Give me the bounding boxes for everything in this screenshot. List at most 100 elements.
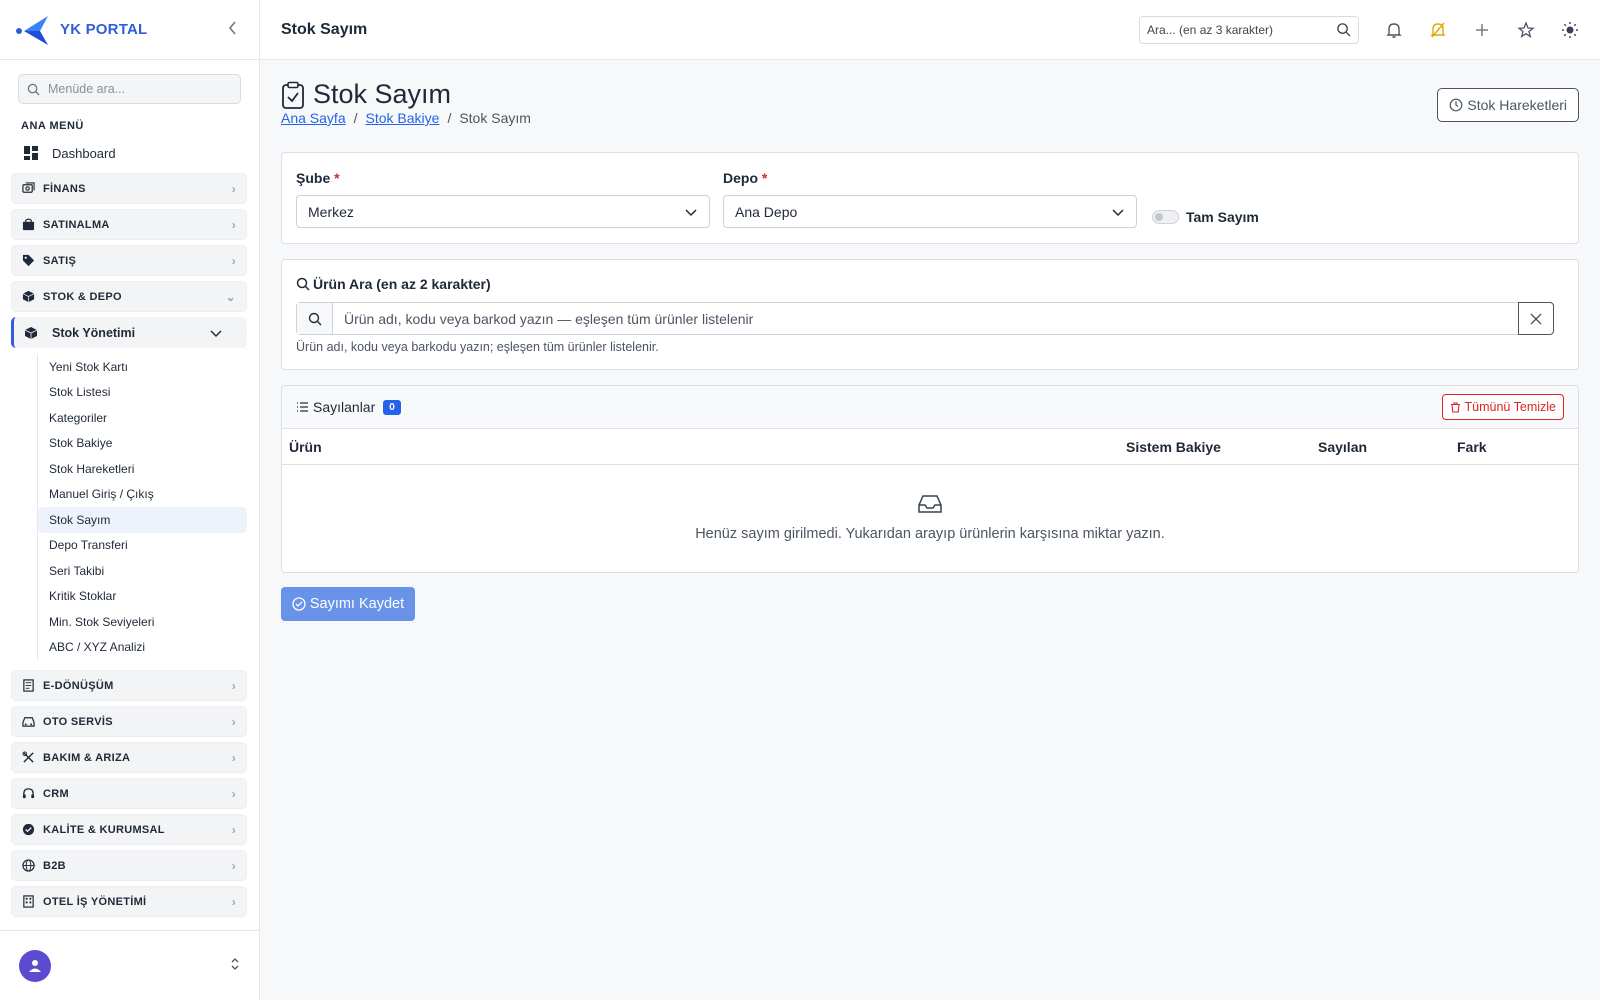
filters-card: Şube * Merkez Depo * Ana Depo Tam Sayım xyxy=(281,152,1579,244)
star-icon[interactable] xyxy=(1517,20,1535,39)
global-search[interactable] xyxy=(1139,15,1359,44)
sidebar-item-dashboard[interactable]: Dashboard xyxy=(24,138,259,168)
box-icon xyxy=(24,326,38,339)
sidebar-item-min-stok-seviyeleri[interactable]: Min. Stok Seviyeleri xyxy=(38,609,247,635)
column-header-product: Ürün xyxy=(289,439,322,455)
menu-search[interactable] xyxy=(18,74,241,104)
sidebar-group-label: KALİTE & KURUMSAL xyxy=(43,823,165,836)
product-search-help: Ürün adı, kodu veya barkodu yazın; eşleş… xyxy=(296,340,659,354)
breadcrumb-link-stock-balance[interactable]: Stok Bakiye xyxy=(366,110,440,126)
page-title-text: Stok Sayım xyxy=(313,79,452,109)
branch-label: Şube * xyxy=(296,170,340,186)
sidebar-subgroup-stok-yonetimi[interactable]: Stok Yönetimi xyxy=(11,317,247,348)
sidebar-group-kalite-kurumsal[interactable]: KALİTE & KURUMSAL › xyxy=(11,814,247,845)
trash-icon xyxy=(1450,401,1460,413)
search-icon xyxy=(27,83,40,96)
save-count-label: Sayımı Kaydet xyxy=(309,596,405,612)
sidebar-group-stok-depo[interactable]: STOK & DEPO ⌄ xyxy=(11,281,247,312)
sidebar-group-otel-is-yonetimi[interactable]: OTEL İŞ YÖNETİMİ › xyxy=(11,886,247,917)
shopping-bag-icon xyxy=(22,218,35,231)
stock-movements-button[interactable]: Stok Hareketleri xyxy=(1437,88,1579,122)
product-search-input[interactable] xyxy=(333,303,1518,334)
check-circle-icon xyxy=(292,597,306,611)
search-icon[interactable] xyxy=(1336,22,1351,37)
sidebar-item-depo-transferi[interactable]: Depo Transferi xyxy=(38,533,247,559)
inbox-icon xyxy=(918,495,942,513)
headset-icon xyxy=(22,787,35,800)
avatar[interactable] xyxy=(19,949,51,982)
chevron-right-icon: › xyxy=(231,750,236,765)
sidebar-group-label: E-DÖNÜŞÜM xyxy=(43,679,114,692)
breadcrumb-separator: / xyxy=(353,110,358,126)
save-count-button[interactable]: Sayımı Kaydet xyxy=(281,587,415,621)
sidebar-item-stok-listesi[interactable]: Stok Listesi xyxy=(38,380,247,406)
sidebar-group-e-donusum[interactable]: E-DÖNÜŞÜM › xyxy=(11,670,247,701)
sidebar-item-kategoriler[interactable]: Kategoriler xyxy=(38,405,247,431)
sidebar-group-b2b[interactable]: B2B › xyxy=(11,850,247,881)
warehouse-label-text: Depo xyxy=(723,170,758,186)
global-search-input[interactable] xyxy=(1147,22,1327,37)
breadcrumb-link-home[interactable]: Ana Sayfa xyxy=(281,110,346,126)
sidebar-item-stok-bakiye[interactable]: Stok Bakiye xyxy=(38,431,247,457)
counted-items-header: Sayılanlar 0 Tümünü Temizle xyxy=(282,386,1578,429)
quality-badge-icon xyxy=(22,823,35,836)
tag-icon xyxy=(22,254,35,267)
chevron-right-icon: › xyxy=(231,858,236,873)
sidebar-collapse-button[interactable] xyxy=(223,19,243,40)
sidebar-subgroup-label: Stok Yönetimi xyxy=(52,325,136,340)
table-header-row: Ürün Sistem Bakiye Sayılan Fark xyxy=(282,429,1578,465)
chevron-right-icon: › xyxy=(231,253,236,268)
sidebar-group-satinalma[interactable]: SATINALMA › xyxy=(11,209,247,240)
main-content: Stok Sayım Ana Sayfa / Stok Bakiye / Stok Sa… xyxy=(281,60,1579,621)
sidebar-item-yeni-stok-karti[interactable]: Yeni Stok Kartı xyxy=(38,354,247,380)
product-search-label-text: Ürün Ara (en az 2 karakter) xyxy=(313,276,491,292)
globe-icon xyxy=(22,859,35,872)
user-icon xyxy=(29,959,41,972)
warehouse-select[interactable]: Ana Depo xyxy=(723,195,1137,228)
mute-bell-icon[interactable] xyxy=(1429,21,1447,39)
full-count-toggle[interactable] xyxy=(1152,210,1179,224)
sidebar-footer xyxy=(0,930,259,1000)
full-count-toggle-wrap: Tam Sayım xyxy=(1152,209,1259,225)
product-search-label: Ürün Ara (en az 2 karakter) xyxy=(296,276,491,292)
user-menu-toggle[interactable] xyxy=(230,957,240,974)
sidebar-item-abc-xyz-analizi[interactable]: ABC / XYZ Analizi xyxy=(38,635,247,661)
sidebar-item-stok-hareketleri[interactable]: Stok Hareketleri xyxy=(38,456,247,482)
stock-submenu: Yeni Stok Kartı Stok Listesi Kategoriler… xyxy=(37,354,247,660)
sidebar-item-kritik-stoklar[interactable]: Kritik Stoklar xyxy=(38,584,247,610)
required-mark: * xyxy=(334,170,340,186)
plus-icon[interactable] xyxy=(1473,21,1491,39)
branch-select[interactable]: Merkez xyxy=(296,195,710,228)
chevron-right-icon: › xyxy=(231,894,236,909)
sidebar: YK PORTAL ANA MENÜ Dashboard FİNANS › SA… xyxy=(0,0,260,1000)
chevron-right-icon: › xyxy=(231,217,236,232)
brand-logo-icon xyxy=(16,15,48,45)
sidebar-group-oto-servis[interactable]: OTO SERVİS › xyxy=(11,706,247,737)
sidebar-item-manuel-giris-cikis[interactable]: Manuel Giriş / Çıkış xyxy=(38,482,247,508)
full-count-label: Tam Sayım xyxy=(1186,209,1259,225)
stock-movements-label: Stok Hareketleri xyxy=(1467,97,1567,113)
sidebar-group-finans[interactable]: FİNANS › xyxy=(11,173,247,204)
counted-items-card: Sayılanlar 0 Tümünü Temizle Ürün Sistem … xyxy=(281,385,1579,573)
clear-all-button[interactable]: Tümünü Temizle xyxy=(1441,394,1564,420)
sidebar-group-crm[interactable]: CRM › xyxy=(11,778,247,809)
menu-search-input[interactable] xyxy=(48,82,228,96)
clear-search-button[interactable] xyxy=(1518,302,1554,335)
sidebar-group-satis[interactable]: SATIŞ › xyxy=(11,245,247,276)
column-header-difference: Fark xyxy=(1457,439,1487,455)
sidebar-group-bakim-ariza[interactable]: BAKIM & ARIZA › xyxy=(11,742,247,773)
theme-sun-icon[interactable] xyxy=(1561,21,1579,39)
box-icon xyxy=(22,290,35,303)
sidebar-group-label: CRM xyxy=(43,787,69,800)
document-icon xyxy=(22,679,35,692)
car-icon xyxy=(22,715,35,728)
finance-icon xyxy=(22,182,35,195)
sidebar-group-label: STOK & DEPO xyxy=(43,290,122,303)
notifications-bell-icon[interactable] xyxy=(1385,21,1403,39)
chevron-right-icon: › xyxy=(231,181,236,196)
counted-items-title: Sayılanlar xyxy=(296,399,375,415)
branch-select-value: Merkez xyxy=(308,203,354,220)
sidebar-item-stok-sayim[interactable]: Stok Sayım xyxy=(38,507,247,533)
chevron-down-icon xyxy=(210,330,222,337)
sidebar-item-seri-takibi[interactable]: Seri Takibi xyxy=(38,558,247,584)
